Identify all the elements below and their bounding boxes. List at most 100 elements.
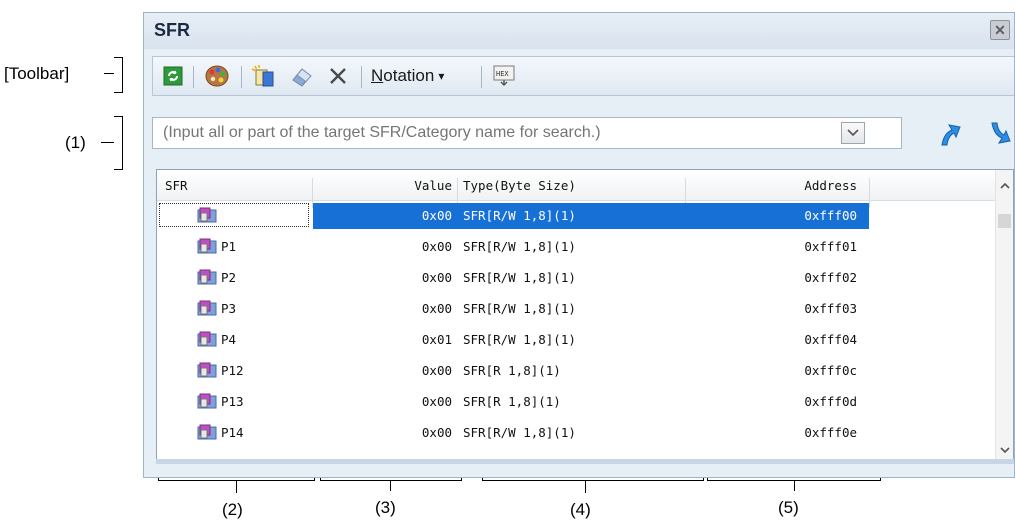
sfr-address: 0xfff03 bbox=[804, 301, 857, 316]
sfr-type: SFR[R/W 1,8](1) bbox=[463, 301, 576, 316]
chevron-up-icon bbox=[999, 182, 1010, 189]
search-previous-button[interactable] bbox=[936, 119, 962, 149]
sfr-value[interactable]: 0x00 bbox=[392, 239, 452, 254]
sfr-name: P2 bbox=[221, 270, 237, 285]
sfr-address: 0xfff01 bbox=[804, 239, 857, 254]
sfr-name: P12 bbox=[221, 363, 244, 378]
col-value-tick bbox=[390, 481, 391, 491]
search-combo bbox=[152, 117, 902, 149]
toolbar: Notation ▾ HEX bbox=[152, 56, 1014, 96]
sfr-type: SFR[R 1,8](1) bbox=[463, 394, 561, 409]
col-type-tick bbox=[585, 481, 586, 493]
col-sfr-callout: (2) bbox=[222, 500, 243, 519]
search-next-button[interactable] bbox=[986, 119, 1012, 149]
sfr-value[interactable]: 0x01 bbox=[392, 332, 452, 347]
col-type-callout: (4) bbox=[570, 500, 591, 519]
search-callout-bracket bbox=[114, 116, 123, 170]
notation-label: otation bbox=[383, 66, 435, 85]
vertical-scrollbar[interactable] bbox=[995, 170, 1013, 462]
sfr-value[interactable]: 0x00 bbox=[392, 394, 452, 409]
register-icon bbox=[197, 207, 217, 223]
search-dropdown-button[interactable] bbox=[841, 122, 865, 144]
toolbar-callout: [Toolbar] bbox=[4, 64, 70, 83]
refresh-button[interactable] bbox=[159, 63, 187, 89]
clear-button[interactable] bbox=[285, 63, 319, 89]
svg-text:HEX: HEX bbox=[496, 70, 509, 78]
chevron-down-icon bbox=[999, 447, 1010, 454]
col-address-tick bbox=[794, 481, 795, 491]
sfr-address: 0xfff0c bbox=[804, 363, 857, 378]
arrow-up-icon bbox=[941, 124, 961, 146]
register-icon bbox=[197, 300, 217, 316]
search-callout-line bbox=[101, 142, 114, 143]
sfr-panel: SFR ✕ N otation ▾ HEX (Input all or part… bbox=[143, 12, 1015, 478]
table-row[interactable]: P0 0x00 SFR[R/W 1,8](1) 0xfff00 bbox=[157, 200, 997, 231]
search-bar bbox=[152, 113, 1014, 157]
table-header: SFR Value Type(Byte Size) Address bbox=[157, 170, 997, 208]
search-input[interactable] bbox=[161, 118, 865, 148]
column-header-value[interactable]: Value bbox=[412, 178, 452, 193]
sfr-value[interactable]: 0x00 bbox=[392, 301, 452, 316]
close-button[interactable]: ✕ bbox=[990, 20, 1010, 40]
table-row[interactable]: P1 0x00 SFR[R/W 1,8](1) 0xfff01 bbox=[157, 231, 997, 262]
register-icon bbox=[197, 393, 217, 409]
table-row[interactable]: P13 0x00 SFR[R 1,8](1) 0xfff0d bbox=[157, 386, 997, 417]
notation-menu[interactable]: Notation ▾ bbox=[371, 63, 481, 89]
search-callout: (1) bbox=[65, 133, 86, 152]
panel-title: SFR bbox=[154, 20, 190, 40]
sfr-address: 0xfff0e bbox=[804, 425, 857, 440]
add-watch-icon bbox=[251, 65, 274, 87]
toolbar-separator bbox=[361, 66, 362, 88]
panel-bottom-edge bbox=[156, 459, 1014, 464]
col-address-callout: (5) bbox=[778, 498, 799, 517]
sfr-name: P14 bbox=[221, 425, 244, 440]
scroll-down-button[interactable] bbox=[996, 442, 1013, 460]
table-row[interactable]: P14 0x00 SFR[R/W 1,8](1) 0xfff0e bbox=[157, 417, 997, 448]
column-header-type[interactable]: Type(Byte Size) bbox=[463, 178, 576, 193]
register-icon bbox=[197, 424, 217, 440]
table-row[interactable]: P12 0x00 SFR[R 1,8](1) 0xfff0c bbox=[157, 355, 997, 386]
sfr-name: P3 bbox=[221, 301, 237, 316]
sfr-value[interactable]: 0x00 bbox=[392, 270, 452, 285]
sfr-name: P1 bbox=[221, 239, 237, 254]
refresh-icon bbox=[163, 66, 183, 86]
table-row[interactable]: P4 0x01 SFR[R/W 1,8](1) 0xfff04 bbox=[157, 324, 997, 355]
column-header-address[interactable]: Address bbox=[777, 178, 857, 193]
delete-icon bbox=[330, 68, 346, 84]
sfr-name: P13 bbox=[221, 394, 244, 409]
color-button[interactable] bbox=[199, 63, 235, 89]
register-icon bbox=[197, 331, 217, 347]
sfr-type: SFR[R/W 1,8](1) bbox=[463, 239, 576, 254]
hex-display-button[interactable]: HEX bbox=[489, 63, 521, 89]
sfr-type: SFR[R/W 1,8](1) bbox=[463, 208, 576, 223]
table-row[interactable]: P2 0x00 SFR[R/W 1,8](1) 0xfff02 bbox=[157, 262, 997, 293]
col-sfr-tick bbox=[236, 481, 237, 493]
column-header-sfr[interactable]: SFR bbox=[165, 178, 188, 193]
sfr-type: SFR[R/W 1,8](1) bbox=[463, 425, 576, 440]
scroll-thumb[interactable] bbox=[998, 214, 1011, 228]
chevron-down-icon bbox=[847, 129, 859, 137]
scroll-up-button[interactable] bbox=[996, 178, 1013, 194]
register-icon bbox=[197, 269, 217, 285]
table-row[interactable]: P3 0x00 SFR[R/W 1,8](1) 0xfff03 bbox=[157, 293, 997, 324]
sfr-address: 0xfff0d bbox=[804, 394, 857, 409]
add-watch-button[interactable] bbox=[247, 63, 281, 89]
sfr-value[interactable]: 0x00 bbox=[392, 208, 452, 223]
arrow-down-icon bbox=[991, 122, 1011, 144]
title-bar: SFR ✕ bbox=[144, 13, 1014, 49]
sfr-name: P4 bbox=[221, 332, 237, 347]
eraser-icon bbox=[292, 68, 312, 87]
col-value-callout: (3) bbox=[375, 498, 396, 517]
hex-display-icon: HEX bbox=[493, 65, 515, 86]
delete-button[interactable] bbox=[323, 63, 353, 89]
sfr-value[interactable]: 0x00 bbox=[392, 425, 452, 440]
sfr-address: 0xfff02 bbox=[804, 270, 857, 285]
color-palette-icon bbox=[205, 65, 229, 87]
toolbar-callout-bracket bbox=[114, 57, 123, 93]
sfr-name: P0 bbox=[221, 208, 237, 223]
sfr-table: SFR Value Type(Byte Size) Address P0 0x00… bbox=[156, 169, 1014, 463]
notation-accelerator: N bbox=[371, 66, 384, 85]
sfr-type: SFR[R/W 1,8](1) bbox=[463, 270, 576, 285]
register-icon bbox=[197, 238, 217, 254]
sfr-value[interactable]: 0x00 bbox=[392, 363, 452, 378]
